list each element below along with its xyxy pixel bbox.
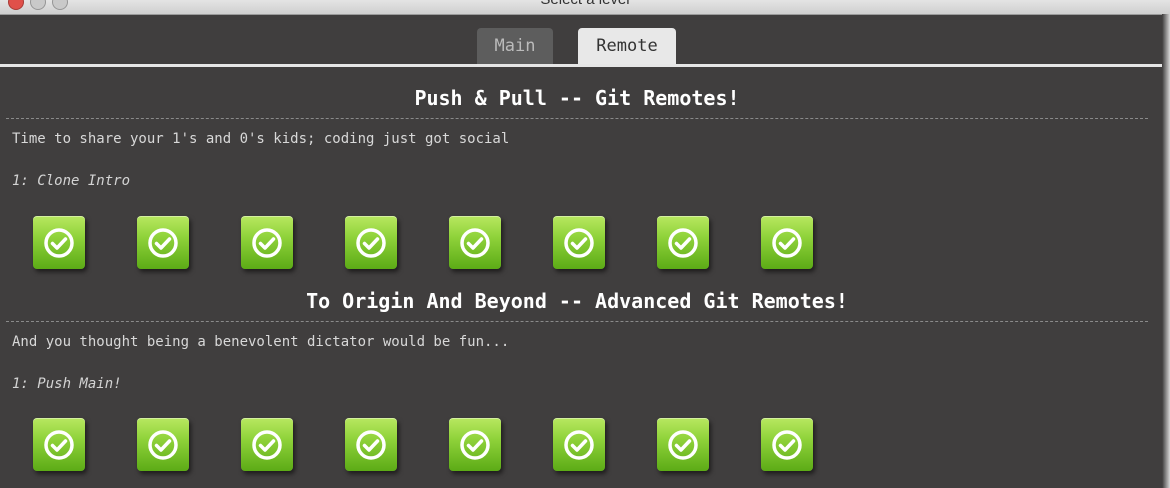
level-button[interactable] [137,418,189,471]
level-button[interactable] [241,418,293,471]
level-row [0,216,1154,272]
title-bar: Select a level [0,0,1170,15]
level-button[interactable] [449,418,501,471]
section-subtitle: Time to share your 1's and 0's kids; cod… [12,131,510,147]
checkmark-circle-icon [44,227,74,258]
checkmark-circle-icon [148,227,178,258]
level-button[interactable] [657,418,709,471]
selected-level-label: 1: Push Main! [12,376,122,392]
checkmark-circle-icon [148,429,178,460]
checkmark-circle-icon [460,227,490,258]
level-button[interactable] [761,418,813,471]
level-select-window: Select a level Main Remote Push & Pull -… [0,0,1170,488]
level-button[interactable] [761,216,813,269]
level-button[interactable] [553,216,605,269]
level-button[interactable] [345,216,397,269]
window-title: Select a level [0,0,1170,8]
checkmark-circle-icon [564,429,594,460]
level-button[interactable] [241,216,293,269]
section-divider [6,321,1148,322]
tab-bar: Main Remote [0,28,1170,64]
tab-remote[interactable]: Remote [578,28,676,64]
checkmark-circle-icon [564,227,594,258]
checkmark-circle-icon [460,429,490,460]
checkmark-circle-icon [252,227,282,258]
level-button[interactable] [553,418,605,471]
checkmark-circle-icon [356,227,386,258]
level-button[interactable] [33,418,85,471]
level-row [0,418,1154,474]
section-title: To Origin And Beyond -- Advanced Git Rem… [306,289,848,313]
window-edge [1162,14,1170,488]
checkmark-circle-icon [356,429,386,460]
checkmark-circle-icon [772,227,802,258]
level-button[interactable] [33,216,85,269]
section-divider [6,118,1148,119]
section-subtitle: And you thought being a benevolent dicta… [12,334,510,350]
level-button[interactable] [345,418,397,471]
selected-level-label: 1: Clone Intro [12,173,131,189]
level-button[interactable] [137,216,189,269]
level-button[interactable] [657,216,709,269]
checkmark-circle-icon [668,227,698,258]
level-button[interactable] [449,216,501,269]
checkmark-circle-icon [772,429,802,460]
checkmark-circle-icon [44,429,74,460]
checkmark-circle-icon [252,429,282,460]
tab-main[interactable]: Main [477,28,553,64]
section-title: Push & Pull -- Git Remotes! [414,86,740,110]
tab-divider [0,64,1162,67]
checkmark-circle-icon [668,429,698,460]
